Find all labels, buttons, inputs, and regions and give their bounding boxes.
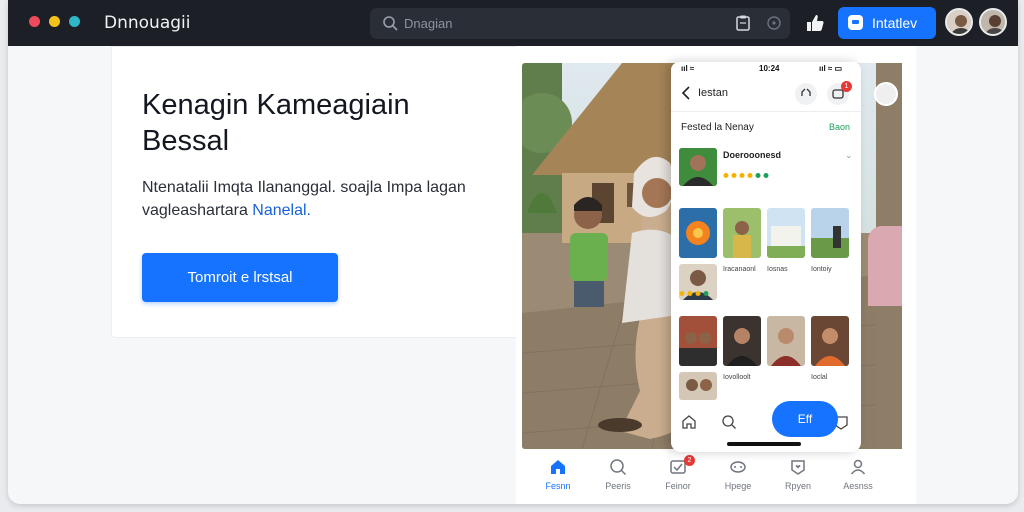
portrait-tile[interactable] — [723, 316, 761, 366]
back-arrow-icon[interactable] — [681, 86, 691, 100]
bottom-tab-bar: Fesnn Peeris 2 Feinor Hpege Rpyen Aesnss — [528, 452, 898, 500]
notification-badge: 1 — [841, 81, 852, 92]
hero-card: Kenagin Kameagiain Bessal Ntenatalii Imq… — [111, 46, 523, 338]
heart-icon — [791, 460, 805, 475]
divider — [671, 111, 861, 112]
home-indicator — [727, 442, 801, 446]
contact-tile[interactable] — [679, 372, 717, 400]
photo-tile[interactable] — [723, 208, 761, 258]
group-photo-tile[interactable] — [679, 316, 717, 366]
contact-avatar — [679, 148, 717, 186]
hero-title: Kenagin Kameagiain Bessal — [142, 89, 410, 157]
notification-badge: 2 — [684, 455, 695, 466]
search-icon — [383, 16, 398, 31]
app-window: Dnnouagii Dnagian Intatlev Kenagin Kamea… — [8, 0, 1018, 504]
tab-home[interactable]: Fesnn — [528, 452, 588, 500]
avatar-secondary[interactable] — [979, 8, 1007, 36]
search-icon — [610, 459, 627, 476]
search-bar[interactable]: Dnagian — [370, 8, 790, 39]
app-badge-icon — [848, 15, 863, 30]
section-title: Fested la Nenay — [681, 122, 754, 133]
minimize-window-dot[interactable] — [49, 16, 60, 27]
share-icon — [801, 88, 811, 96]
home-icon[interactable] — [681, 414, 697, 430]
tab-search[interactable]: Peeris — [588, 452, 648, 500]
flower-tile[interactable] — [679, 208, 717, 258]
see-all-link[interactable]: Baon — [829, 122, 850, 132]
phone-header-title: Iestan — [698, 87, 728, 99]
share-button[interactable] — [795, 83, 817, 105]
field-tile[interactable] — [811, 208, 849, 258]
chevron-down-icon[interactable]: ⌄ — [845, 150, 853, 161]
rating-dots — [723, 173, 769, 178]
install-button[interactable]: Intatlev — [838, 7, 936, 39]
app-title: Dnnouagii — [104, 13, 191, 33]
chat-icon — [730, 461, 746, 473]
portrait-tile[interactable] — [811, 316, 849, 366]
hero-description: Ntenatalii Imqta Ilananggal. soajla Impa… — [142, 179, 466, 219]
portrait-tile[interactable] — [767, 316, 805, 366]
maximize-window-dot[interactable] — [69, 16, 80, 27]
tab-profile[interactable]: Aesnss — [828, 452, 888, 500]
phone-status-bar: ııl ≈ 10:24 ııl ≈ ▭ — [681, 64, 843, 73]
tab-chat[interactable]: Hpege — [708, 452, 768, 500]
hero-cta-button[interactable]: Tomroit e lrstsal — [142, 253, 338, 302]
home-icon — [551, 460, 565, 474]
hero-link[interactable]: Nanelal. — [252, 202, 311, 219]
person-figure — [868, 226, 902, 306]
rating-dots — [679, 291, 709, 296]
close-window-dot[interactable] — [29, 16, 40, 27]
building-tile[interactable] — [767, 208, 805, 258]
profile-icon — [850, 459, 866, 475]
thumbs-up-icon[interactable] — [804, 12, 826, 34]
search-placeholder: Dnagian — [404, 16, 453, 31]
top-bar: Dnnouagii Dnagian Intatlev — [8, 0, 1018, 46]
avatar-peek — [874, 82, 898, 106]
primary-action-button[interactable]: Eff — [772, 401, 838, 437]
clipboard-icon[interactable] — [734, 14, 752, 32]
featured-contact[interactable]: Doerooonesd ⌄ — [679, 146, 855, 188]
status-circle-icon[interactable] — [766, 15, 782, 31]
search-icon[interactable] — [721, 414, 737, 430]
tab-inbox[interactable]: 2 Feinor — [648, 452, 708, 500]
avatar[interactable] — [945, 8, 973, 36]
phone-mockup: ııl ≈ 10:24 ııl ≈ ▭ Iestan 1 Fested la N… — [671, 62, 861, 452]
tab-likes[interactable]: Rpyen — [768, 452, 828, 500]
